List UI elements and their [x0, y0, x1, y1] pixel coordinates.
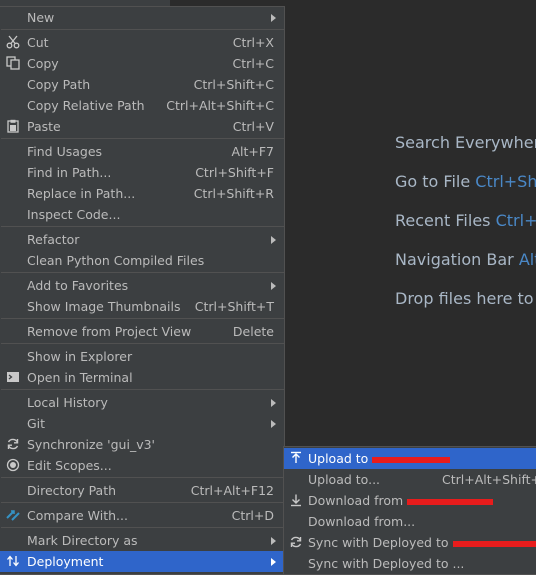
menu-separator: [1, 138, 284, 139]
sync-icon: [7, 438, 19, 450]
submenu-item-download-from-dialog[interactable]: Download from...: [284, 511, 536, 532]
submenu-arrow-icon: [271, 236, 276, 244]
scope-icon: [6, 458, 20, 472]
submenu-arrow-icon: [271, 537, 276, 545]
hint-recent-files: Recent Files Ctrl+: [395, 211, 536, 230]
submenu-item-download-from[interactable]: Download from: [284, 490, 536, 511]
menu-item-open-in-terminal[interactable]: Open in Terminal: [0, 367, 284, 388]
copy-icon: [6, 56, 20, 70]
submenu-label: Download from: [308, 493, 404, 508]
menu-separator: [1, 226, 284, 227]
menu-item-show-image-thumbnails[interactable]: Show Image Thumbnails Ctrl+Shift+T: [0, 296, 284, 317]
menu-item-directory-path[interactable]: Directory Path Ctrl+Alt+F12: [0, 480, 284, 501]
hint-search-everywhere: Search Everywhere: [395, 133, 536, 152]
menu-separator: [1, 272, 284, 273]
menu-item-inspect-code[interactable]: Inspect Code...: [0, 204, 284, 225]
hint-navigation-bar: Navigation Bar Alt: [395, 250, 536, 269]
redacted-server-name: [407, 498, 494, 505]
menu-item-find-usages[interactable]: Find Usages Alt+F7: [0, 141, 284, 162]
menu-item-git[interactable]: Git: [0, 413, 284, 434]
submenu-item-upload-to-dialog[interactable]: Upload to... Ctrl+Alt+Shift+X: [284, 469, 536, 490]
menu-separator: [1, 29, 284, 30]
menu-separator: [1, 318, 284, 319]
menu-item-edit-scopes[interactable]: Edit Scopes...: [0, 455, 284, 476]
menu-item-local-history[interactable]: Local History: [0, 392, 284, 413]
context-menu: New Cut Ctrl+X Copy Ctrl+C Copy Path Ctr…: [0, 6, 285, 575]
menu-item-synchronize[interactable]: Synchronize 'gui_v3': [0, 434, 284, 455]
hint-drop-files: Drop files here to o: [395, 289, 536, 308]
redacted-server-name: [452, 540, 536, 547]
submenu-arrow-icon: [271, 282, 276, 290]
menu-item-find-in-path[interactable]: Find in Path... Ctrl+Shift+F: [0, 162, 284, 183]
menu-item-show-in-explorer[interactable]: Show in Explorer: [0, 346, 284, 367]
submenu-arrow-icon: [271, 14, 276, 22]
deployment-submenu: Upload to Upload to... Ctrl+Alt+Shift+X …: [283, 446, 536, 575]
menu-item-copy-path[interactable]: Copy Path Ctrl+Shift+C: [0, 74, 284, 95]
menu-separator: [1, 502, 284, 503]
menu-item-copy[interactable]: Copy Ctrl+C: [0, 53, 284, 74]
menu-item-new[interactable]: New: [0, 7, 284, 28]
menu-item-paste[interactable]: Paste Ctrl+V: [0, 116, 284, 137]
menu-item-cut[interactable]: Cut Ctrl+X: [0, 32, 284, 53]
hint-go-to-file: Go to File Ctrl+Sh: [395, 172, 536, 191]
menu-item-remove-from-project-view[interactable]: Remove from Project View Delete: [0, 321, 284, 342]
compare-icon: [6, 510, 20, 521]
menu-separator: [1, 527, 284, 528]
menu-item-copy-relative-path[interactable]: Copy Relative Path Ctrl+Alt+Shift+C: [0, 95, 284, 116]
download-icon: [291, 494, 301, 507]
redacted-server-name: [372, 456, 451, 463]
menu-item-compare-with[interactable]: Compare With... Ctrl+D: [0, 505, 284, 526]
paste-icon: [7, 119, 19, 133]
menu-item-refactor[interactable]: Refactor: [0, 229, 284, 250]
menu-item-replace-in-path[interactable]: Replace in Path... Ctrl+Shift+R: [0, 183, 284, 204]
sync-icon: [290, 536, 302, 548]
menu-separator: [1, 477, 284, 478]
submenu-label: Sync with Deployed to: [308, 535, 449, 550]
menu-item-clean-python-compiled[interactable]: Clean Python Compiled Files: [0, 250, 284, 271]
scissors-icon: [6, 35, 20, 49]
menu-item-add-to-favorites[interactable]: Add to Favorites: [0, 275, 284, 296]
menu-separator: [1, 389, 284, 390]
menu-item-mark-directory-as[interactable]: Mark Directory as: [0, 530, 284, 551]
submenu-item-sync-with-deployed-dialog[interactable]: Sync with Deployed to ...: [284, 553, 536, 574]
terminal-icon: [7, 372, 19, 382]
submenu-item-upload-to[interactable]: Upload to: [284, 448, 536, 469]
menu-separator: [1, 343, 284, 344]
deployment-icon: [7, 555, 19, 567]
upload-icon: [291, 451, 301, 463]
submenu-arrow-icon: [271, 420, 276, 428]
submenu-label: Upload to: [308, 451, 369, 466]
menu-item-deployment[interactable]: Deployment: [0, 551, 284, 572]
submenu-item-sync-with-deployed[interactable]: Sync with Deployed to: [284, 532, 536, 553]
submenu-arrow-icon: [271, 399, 276, 407]
submenu-arrow-icon: [271, 558, 276, 566]
